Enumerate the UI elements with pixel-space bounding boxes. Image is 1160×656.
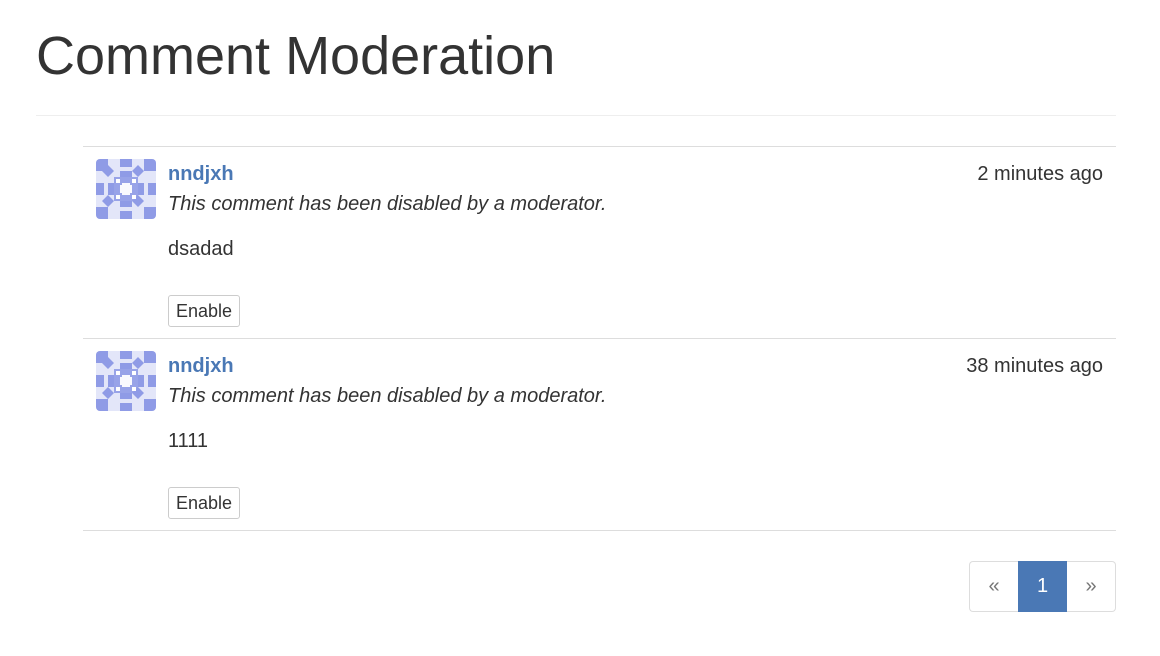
- pagination-next-button[interactable]: »: [1067, 561, 1116, 612]
- enable-button[interactable]: Enable: [168, 487, 241, 519]
- avatar-identicon-icon: [96, 159, 156, 219]
- avatar-identicon-icon: [96, 351, 156, 411]
- pagination: « 1 »: [969, 561, 1116, 612]
- pagination-prev-button[interactable]: «: [969, 561, 1018, 612]
- enable-button[interactable]: Enable: [168, 295, 241, 327]
- page-title: Comment Moderation: [36, 26, 556, 86]
- comment-body: dsadad: [168, 238, 234, 260]
- comment-author-link[interactable]: nndjxh: [168, 353, 234, 379]
- comment-item: nndjxh 2 minutes ago This comment has be…: [83, 146, 1116, 338]
- comment-body: 1111: [168, 430, 209, 452]
- comment-item: nndjxh 38 minutes ago This comment has b…: [83, 338, 1116, 531]
- comment-timestamp: 38 minutes ago: [966, 355, 1103, 377]
- pagination-page-1[interactable]: 1: [1018, 561, 1067, 612]
- comment-timestamp: 2 minutes ago: [977, 163, 1103, 185]
- comment-moderation-page: Comment Moderation nndjxh 2 minutes ago …: [0, 0, 1160, 656]
- comment-list: nndjxh 2 minutes ago This comment has be…: [83, 146, 1116, 531]
- comment-disabled-note: This comment has been disabled by a mode…: [168, 385, 607, 407]
- comment-disabled-note: This comment has been disabled by a mode…: [168, 193, 607, 215]
- title-divider: [36, 115, 1116, 116]
- comment-author-link[interactable]: nndjxh: [168, 161, 234, 187]
